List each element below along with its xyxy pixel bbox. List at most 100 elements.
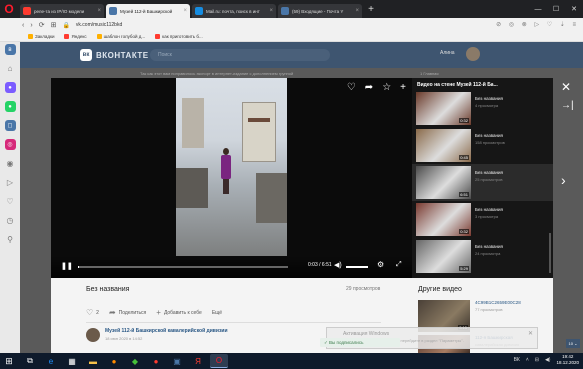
clock-icon[interactable]: ◷ (5, 215, 16, 226)
bookmark-item[interactable]: Закладки (28, 34, 54, 39)
yandex-browser-icon[interactable]: Я (189, 354, 207, 368)
settings-icon[interactable]: ⚙ (377, 260, 384, 269)
language-indicator[interactable]: ВК (514, 357, 520, 363)
add-to-mine-button[interactable]: + Добавить к себе (156, 308, 202, 317)
playlist-item[interactable]: 0:32 Без названия 4 просмотра (412, 90, 553, 127)
system-tray: ВК ˄ ⊟ ◀) 19:42 18.12.2020 (514, 354, 579, 366)
reload-button[interactable]: ⟳ (39, 21, 45, 29)
other-video-name[interactable]: 4С99В1С2659Е00С28 (475, 300, 521, 305)
playlist-item[interactable]: 0:32 Без названия 3 просмотра (412, 201, 553, 238)
more-button[interactable]: Ещё (212, 310, 222, 316)
playlist-thumbnail[interactable]: 0:45 (416, 129, 471, 162)
playlist-thumbnail[interactable]: 0:32 (416, 92, 471, 125)
minimize-window-button[interactable]: — (529, 0, 547, 18)
volume-slider[interactable] (346, 266, 368, 268)
forward-button[interactable]: › (30, 22, 32, 29)
playlist-scrollbar[interactable] (549, 233, 551, 273)
maximize-window-button[interactable]: ☐ (547, 0, 565, 18)
browser-tab[interactable]: Mail.ru: почта, поиск в инт × (192, 4, 276, 18)
media-icon[interactable]: ▣ (168, 354, 186, 368)
volume-icon[interactable]: ◀) (545, 357, 551, 363)
like-button[interactable]: ♡ 2 (86, 308, 99, 317)
video-frame[interactable] (176, 78, 287, 256)
tab-close-icon[interactable]: × (183, 8, 187, 14)
avatar[interactable] (466, 47, 480, 61)
video-duration: 0:32 (459, 118, 469, 123)
bookmark-item[interactable]: шаблон голубой д... (96, 34, 145, 39)
tab-close-icon[interactable]: × (97, 8, 101, 14)
heart-icon[interactable]: ♡ (5, 196, 16, 207)
close-icon[interactable]: ✕ (561, 80, 571, 94)
url-field[interactable]: vk.com/music112bkd (76, 22, 122, 28)
tray-expand-icon[interactable]: ˄ (526, 357, 529, 363)
playlist-item-name: Без названия (475, 133, 503, 138)
instagram-icon[interactable]: ◎ (4, 139, 16, 150)
record-icon[interactable]: ◉ (5, 158, 16, 169)
minimize-player-icon[interactable]: →| (561, 100, 574, 111)
folder-icon[interactable]: ▬ (84, 354, 102, 368)
tab-close-icon[interactable]: × (269, 8, 273, 14)
share-icon[interactable]: ➦ (365, 83, 373, 93)
bulb-icon[interactable]: ⚲ (5, 234, 16, 245)
close-icon[interactable]: ✕ (528, 330, 533, 337)
start-button[interactable]: ⊞ (0, 353, 18, 369)
volume-icon[interactable]: ◀) (334, 261, 342, 269)
channel-info: Музей 112-й Башкирской кавалерийской див… (86, 328, 228, 342)
speed-dial-button[interactable]: ⊞ (51, 21, 57, 29)
close-window-button[interactable]: ✕ (565, 0, 583, 18)
opera-icon[interactable]: O (210, 354, 228, 368)
messenger-icon[interactable]: ● (4, 82, 16, 93)
firefox-icon[interactable]: ● (105, 354, 123, 368)
video-duration: 5:29 (459, 266, 469, 271)
bookmark-item[interactable]: Яндекс (64, 34, 87, 39)
playlist-item[interactable]: 0:45 Без названия 158 просмотров (412, 127, 553, 164)
channel-name[interactable]: Музей 112-й Башкирской кавалерийской див… (105, 328, 228, 334)
vk-search-input[interactable]: Поиск (150, 49, 330, 61)
playlist-panel: Видео на стене Музей 112-й Ба... 0:32 Бе… (412, 78, 553, 278)
back-button[interactable]: ‹ (22, 22, 24, 29)
yandex-icon[interactable]: ● (147, 354, 165, 368)
home-icon[interactable]: ⌂ (5, 63, 16, 74)
fullscreen-icon[interactable]: ⤢ (396, 261, 402, 269)
progress-bar[interactable] (78, 266, 288, 268)
whatsapp-icon[interactable]: ● (4, 101, 16, 112)
like-icon[interactable]: ♡ (347, 83, 356, 93)
channel-avatar[interactable] (86, 328, 100, 342)
browser-tab[interactable]: Музей 112-й Башкирской × (106, 4, 190, 18)
playlist-thumbnail[interactable]: 6:51 (416, 166, 471, 199)
vk-messages-icon[interactable]: ◻ (4, 120, 16, 131)
network-icon[interactable]: ⊟ (535, 357, 539, 363)
clock[interactable]: 19:42 18.12.2020 (556, 354, 579, 366)
add-label: Добавить к себе (163, 309, 202, 316)
bookmark-favicon-icon (64, 34, 70, 39)
playlist-thumbnail[interactable]: 5:29 (416, 240, 471, 273)
browser-tab[interactable]: реле-та из IP/IO модели × (20, 4, 104, 18)
playlist-item[interactable]: 5:29 Без названия 24 просмотра (412, 238, 553, 275)
bookmark-item[interactable]: как приготовить б... (155, 34, 203, 39)
play-icon[interactable]: ▷ (5, 177, 16, 188)
ie-icon[interactable]: e (42, 354, 60, 368)
store-icon[interactable]: ▦ (63, 354, 81, 368)
bookmark-label: Закладки (35, 34, 55, 39)
next-video-icon[interactable]: › (561, 172, 566, 188)
vk-icon[interactable]: в (4, 44, 16, 55)
opera-menu-icon[interactable]: O (0, 0, 18, 18)
share-button[interactable]: ➦ Поделиться (109, 308, 146, 317)
vk-logo[interactable]: вк ВКОНТАКТЕ (80, 49, 149, 61)
playlist-thumbnail[interactable]: 0:32 (416, 203, 471, 236)
bookmark-icon[interactable]: ☆ (382, 83, 391, 93)
playlist-item[interactable]: 6:51 Без названия 25 просмотров (412, 164, 553, 201)
toolbar-right-icons[interactable]: ⊘ ◎ ⊗ ▷ ♡ ⇣ ≡ (496, 21, 579, 28)
app-icon[interactable]: ◆ (126, 354, 144, 368)
notification-badge[interactable]: 10 ⌄ (566, 339, 580, 348)
pause-button[interactable]: ❚❚ (61, 262, 73, 270)
vk-user-name[interactable]: Алина (440, 50, 455, 56)
browser-tab-bar: O реле-та из IP/IO модели × Музей 112-й … (0, 0, 583, 18)
video-player[interactable]: ♡ ➦ ☆ + ❚❚ 0:03 / 6:51 ◀) ⚙ ⤢ (51, 78, 412, 278)
add-icon[interactable]: + (400, 83, 406, 93)
video-actions: ♡ 2 ➦ Поделиться + Добавить к себе Ещё (86, 308, 222, 317)
new-tab-button[interactable]: + (365, 3, 377, 15)
tab-close-icon[interactable]: × (355, 8, 359, 14)
browser-tab[interactable]: (59) Входящие - Почта Y × (278, 4, 362, 18)
taskview-icon[interactable]: ⧉ (21, 354, 39, 368)
